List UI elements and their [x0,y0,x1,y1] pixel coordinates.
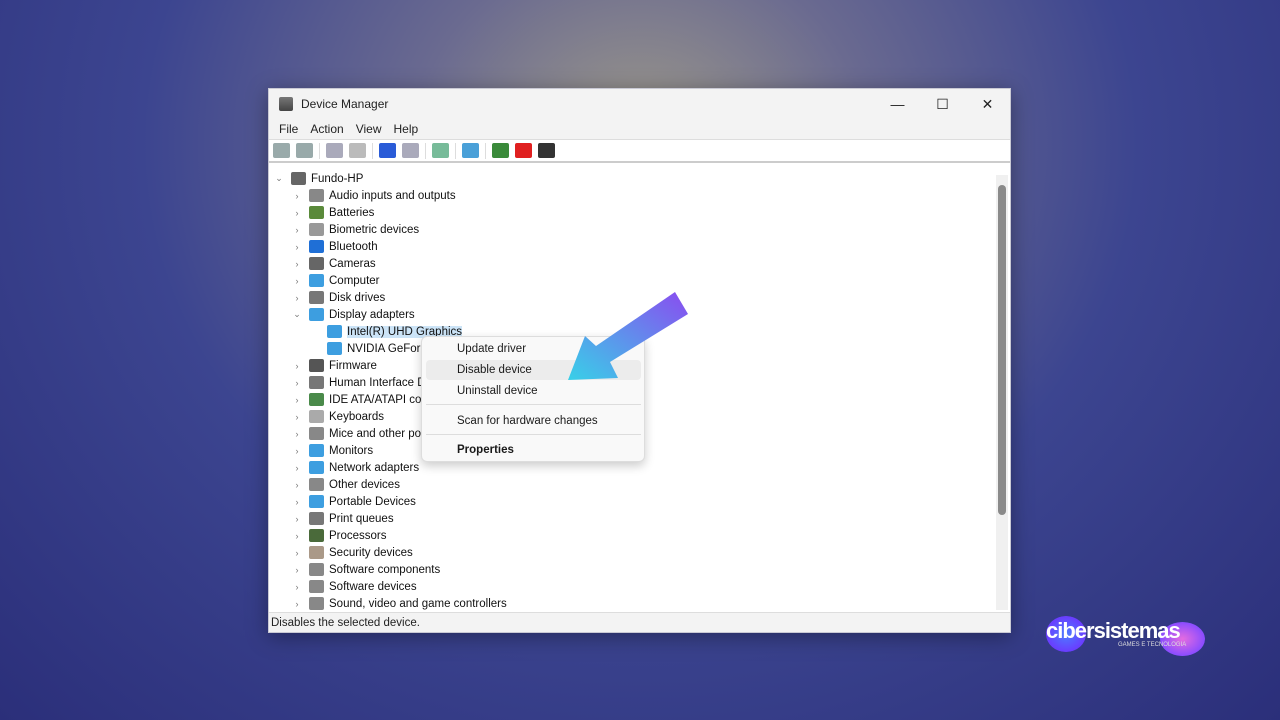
logo-text: cibersistemas [1046,618,1181,643]
cibersistemas-logo: cibersistemas GAMES E TECNOLOGIA [1040,612,1210,662]
logo-tagline: GAMES E TECNOLOGIA [1118,642,1187,648]
